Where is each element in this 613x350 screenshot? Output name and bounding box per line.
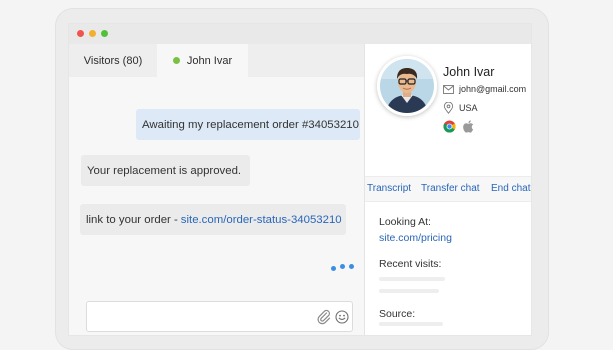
avatar-image: [380, 59, 434, 113]
looking-at-link[interactable]: site.com/pricing: [379, 232, 452, 244]
visitor-country-row: USA: [443, 102, 478, 114]
window-titlebar: [69, 24, 531, 44]
end-chat-button[interactable]: End chat: [491, 183, 530, 194]
recent-visit-placeholder: [379, 277, 445, 281]
tab-bar: Visitors (80) John Ivar: [69, 44, 364, 77]
chat-actions-bar: Transcript Transfer chat End chat: [365, 176, 531, 202]
minimize-window-button[interactable]: [89, 30, 96, 37]
visitor-details-panel: John Ivar john@gmail.com USA Transcript …: [365, 44, 531, 335]
visitor-email: john@gmail.com: [459, 84, 527, 94]
message-text: link to your order -: [86, 213, 178, 226]
app-window: Visitors (80) John Ivar Awaiting my repl…: [69, 24, 531, 335]
visitor-avatar: [377, 56, 437, 116]
tab-active-chat-label: John Ivar: [186, 54, 233, 67]
message-input[interactable]: [93, 308, 307, 328]
apple-icon: [463, 120, 474, 133]
location-pin-icon: [443, 102, 454, 114]
online-status-icon: [172, 57, 180, 64]
typing-dot: [340, 264, 345, 269]
close-window-button[interactable]: [77, 30, 84, 37]
agent-message: Your replacement is approved.: [81, 155, 250, 186]
visitor-message: Awaiting my replacement order #34053210: [136, 109, 360, 140]
transfer-chat-button[interactable]: Transfer chat: [421, 183, 480, 194]
emoji-icon[interactable]: [335, 310, 349, 324]
visitor-name: John Ivar: [443, 65, 495, 79]
source-placeholder: [379, 322, 443, 326]
email-icon: [443, 84, 454, 94]
visitor-platform-row: [443, 120, 479, 133]
chat-panel: Visitors (80) John Ivar Awaiting my repl…: [69, 44, 364, 335]
attachment-icon[interactable]: [317, 309, 331, 325]
tab-active-chat[interactable]: John Ivar: [157, 44, 248, 77]
message-text: Your replacement is approved.: [87, 164, 242, 177]
visitor-country: USA: [459, 103, 478, 113]
tab-visitors-label: Visitors (80): [83, 54, 143, 67]
typing-dot: [331, 266, 336, 271]
chrome-icon: [443, 120, 456, 133]
order-status-link[interactable]: site.com/order-status-34053210: [181, 214, 342, 226]
message-text: Awaiting my replacement order #34053210: [142, 118, 359, 131]
looking-at-label: Looking At:: [379, 216, 431, 228]
message-composer: [86, 301, 353, 332]
source-label: Source:: [379, 308, 416, 320]
visitor-email-row: john@gmail.com: [443, 84, 526, 94]
typing-dot: [349, 264, 354, 269]
transcript-button[interactable]: Transcript: [367, 183, 411, 194]
agent-message: link to your order - site.com/order-stat…: [80, 204, 346, 235]
maximize-window-button[interactable]: [101, 30, 108, 37]
recent-visit-placeholder: [379, 289, 439, 293]
recent-visits-label: Recent visits:: [379, 258, 442, 270]
tab-visitors[interactable]: Visitors (80): [69, 44, 157, 77]
